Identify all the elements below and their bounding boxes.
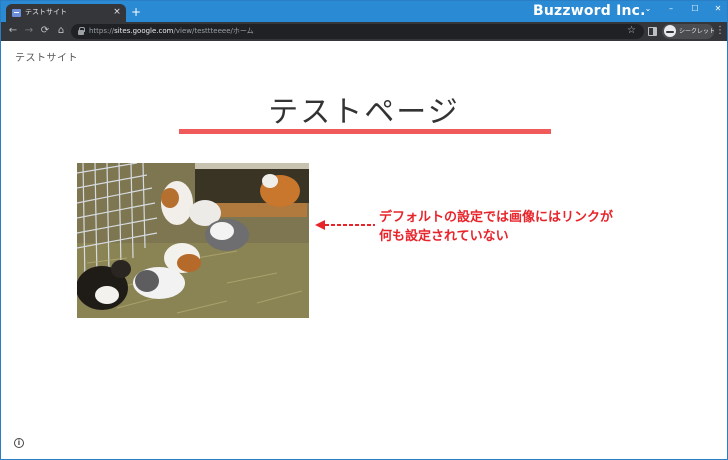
new-tab-button[interactable]: + — [130, 5, 142, 19]
tab-search-chevron-icon[interactable]: ⌄ — [640, 2, 656, 16]
close-window-button[interactable]: ✕ — [710, 2, 726, 16]
tab-close-icon[interactable]: × — [112, 6, 122, 18]
info-icon[interactable]: i — [14, 438, 24, 448]
url-path: /view/testtteeee/ホーム — [173, 27, 254, 35]
annotation-callout: デフォルトの設定では画像にはリンクが 何も設定されていない — [379, 208, 613, 246]
page-content: テストサイト テストページ デフォルトの設定では画像にはリンクが 何も設定されて… — [1, 41, 727, 459]
address-bar[interactable]: https://sites.google.com/view/testtteeee… — [71, 24, 644, 39]
browser-window: テストサイト × + Buzzword Inc. ⌄ – ☐ ✕ ← → ⟳ ⌂… — [0, 0, 728, 460]
incognito-label: シークレット — [679, 28, 716, 35]
incognito-icon — [664, 25, 676, 37]
title-underline — [179, 129, 551, 134]
annotation-line-2: 何も設定されていない — [379, 229, 509, 244]
url-scheme: https:// — [89, 27, 115, 35]
annotation-arrow — [315, 220, 375, 230]
tab-title: テストサイト — [25, 8, 67, 16]
forward-icon[interactable]: → — [23, 25, 35, 37]
home-icon[interactable]: ⌂ — [55, 25, 67, 37]
url-text[interactable]: https://sites.google.com/view/testtteeee… — [89, 26, 254, 37]
browser-toolbar: ← → ⟳ ⌂ https://sites.google.com/view/te… — [1, 22, 727, 41]
maximize-button[interactable]: ☐ — [687, 2, 703, 16]
title-bar: テストサイト × + Buzzword Inc. ⌄ – ☐ ✕ — [1, 1, 727, 22]
bookmark-star-icon[interactable]: ☆ — [627, 25, 636, 37]
lock-icon[interactable] — [78, 27, 85, 35]
sites-favicon-icon — [12, 9, 21, 17]
page-title: テストページ — [268, 95, 460, 130]
reload-icon[interactable]: ⟳ — [39, 25, 51, 37]
incognito-profile-button[interactable]: シークレット — [662, 24, 716, 39]
url-host: sites.google.com — [114, 27, 174, 35]
side-panel-icon[interactable] — [648, 27, 657, 36]
guinea-pig-photo — [77, 163, 309, 318]
brand-watermark: Buzzword Inc. — [533, 3, 646, 19]
back-icon[interactable]: ← — [7, 25, 19, 37]
annotation-line-1: デフォルトの設定では画像にはリンクが — [379, 210, 614, 225]
guinea-pig-photo-drawing — [77, 163, 309, 318]
minimize-button[interactable]: – — [663, 2, 679, 16]
site-name-link[interactable]: テストサイト — [15, 49, 78, 64]
browser-menu-icon[interactable]: ⋮ — [715, 25, 725, 37]
browser-tab[interactable]: テストサイト × — [6, 4, 126, 22]
